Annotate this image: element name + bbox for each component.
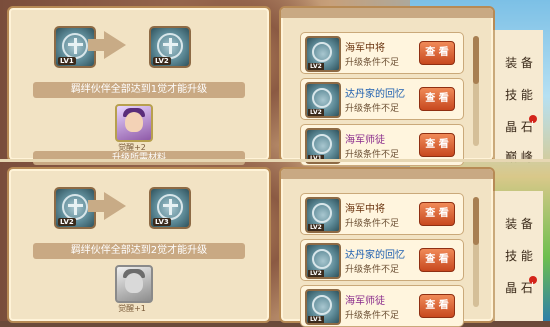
tab-equipment[interactable]: 装 备 [495,211,543,237]
upgrade-panel: LV2 LV3 羁绊伙伴全部达到2觉才能升级 觉醒+1 [7,167,271,323]
anchor-emblem-icon [157,194,183,220]
tab-crystals[interactable]: 晶 石 [495,273,543,301]
anchor-emblem-icon [312,203,332,223]
bond-condition: 升级条件不足 [345,265,400,275]
anchor-emblem-icon [62,33,88,59]
anchor-emblem-icon [312,134,332,154]
material-portrait-icon[interactable] [115,104,153,142]
requirement-text: 羁绊伙伴全部达到2觉才能升级 [33,243,245,259]
screen-bottom: LV2 LV3 羁绊伙伴全部达到2觉才能升级 觉醒+1 LV2 海军中将 升级条… [0,161,550,327]
arrow-right-icon [88,31,126,59]
tab-crystals[interactable]: 晶 石 [495,112,543,140]
view-button[interactable]: 查 看 [419,248,455,272]
level-badge: LV2 [308,224,324,231]
anchor-emblem-icon [312,88,332,108]
alert-icon [529,112,537,138]
tab-equipment[interactable]: 装 备 [495,50,543,76]
view-button[interactable]: 查 看 [419,41,455,65]
upgrade-panel: LV1 LV2 羁绊伙伴全部达到1觉才能升级 觉醒+2 升级所需材料 [7,6,271,165]
next-bond-icon: LV2 [149,26,191,68]
bond-card: LV2 达丹家的回忆 升级条件不足 查 看 [300,239,464,281]
view-button[interactable]: 查 看 [419,133,455,157]
bond-name: 海军中将 [345,204,385,215]
panel-header [281,8,493,18]
level-badge: LV2 [308,63,324,70]
material-portrait-icon[interactable] [115,265,153,303]
requirement-text: 羁绊伙伴全部达到1觉才能升级 [33,82,245,98]
evolution-row: LV2 LV3 [54,187,204,231]
anchor-emblem-icon [312,295,332,315]
view-button[interactable]: 查 看 [419,294,455,318]
side-tabs: 装 备 技 能 晶 石 [493,191,543,321]
arrow-right-icon [88,192,126,220]
alert-icon [529,273,537,299]
view-button[interactable]: 查 看 [419,87,455,111]
face-icon [125,273,143,293]
bond-card: LV2 达丹家的回忆 升级条件不足 查 看 [300,78,464,120]
bond-list-panel: LV2 海军中将 升级条件不足 查 看 LV2 达丹家的回忆 升级条件不足 查 … [279,6,495,166]
bond-condition: 升级条件不足 [345,219,400,229]
level-badge: LV2 [308,109,324,116]
bond-condition: 升级条件不足 [345,104,400,114]
anchor-emblem-icon [157,33,183,59]
anchor-emblem-icon [312,249,332,269]
level-badge: LV1 [58,57,76,65]
bond-icon: LV1 [305,289,341,325]
level-badge: LV2 [308,270,324,277]
bond-card: LV2 海军中将 升级条件不足 查 看 [300,32,464,74]
next-bond-icon: LV3 [149,187,191,229]
level-badge: LV2 [153,57,171,65]
screen-top: LV1 LV2 羁绊伙伴全部达到1觉才能升级 觉醒+2 升级所需材料 LV2 海… [0,0,550,166]
bond-condition: 升级条件不足 [345,58,400,68]
bond-name: 达丹家的回忆 [345,250,405,261]
bond-name: 海军师徒 [345,296,385,307]
scrollbar[interactable] [473,197,479,307]
face-icon [125,112,143,132]
level-badge: LV1 [308,316,324,323]
bond-icon: LV2 [305,82,341,118]
bond-name: 海军师徒 [345,135,385,146]
tab-skills[interactable]: 技 能 [495,82,543,108]
anchor-emblem-icon [312,42,332,62]
level-badge: LV3 [153,218,171,226]
bond-condition: 升级条件不足 [345,311,400,321]
view-button[interactable]: 查 看 [419,202,455,226]
level-badge: LV2 [58,218,76,226]
evolution-row: LV1 LV2 [54,26,204,70]
tab-label: 晶 石 [505,120,533,134]
tab-label: 晶 石 [505,281,533,295]
bond-name: 海军中将 [345,43,385,54]
bond-icon: LV2 [305,36,341,72]
bond-icon: LV2 [305,197,341,233]
bond-name: 达丹家的回忆 [345,89,405,100]
anchor-emblem-icon [62,194,88,220]
bond-list-panel: LV2 海军中将 升级条件不足 查 看 LV2 达丹家的回忆 升级条件不足 查 … [279,167,495,327]
bond-card: LV2 海军中将 升级条件不足 查 看 [300,193,464,235]
tab-skills[interactable]: 技 能 [495,243,543,269]
bond-icon: LV2 [305,243,341,279]
side-tabs: 装 备 技 能 晶 石 巅 峰 [493,30,543,164]
panel-header [281,169,493,179]
scrollbar[interactable] [473,36,479,146]
material-label: 觉醒+1 [118,304,146,313]
